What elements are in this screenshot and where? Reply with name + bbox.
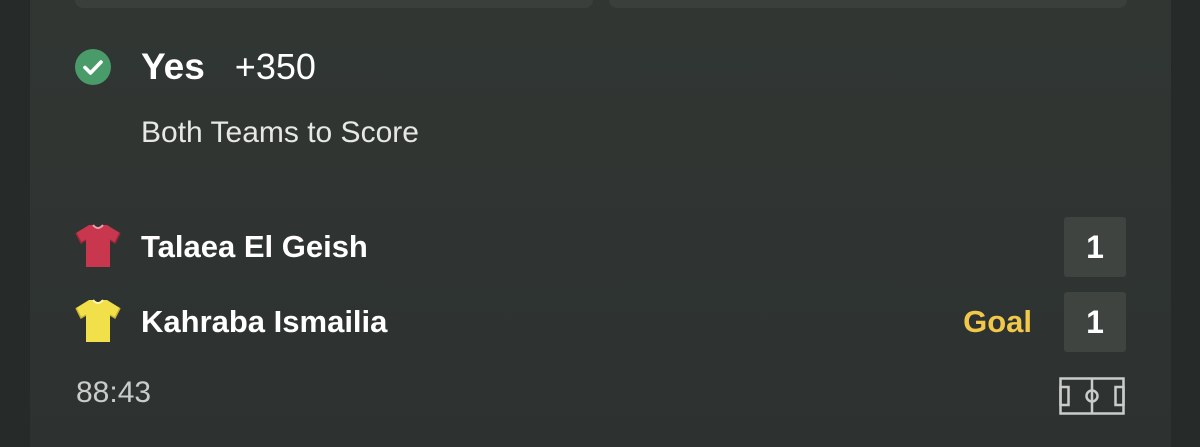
- market-name: Both Teams to Score: [141, 116, 419, 149]
- team-name: Kahraba Ismailia: [141, 304, 388, 339]
- selection-odds: +350: [234, 46, 316, 87]
- selection-name: Yes: [141, 46, 205, 87]
- yellow-jersey-icon: [75, 299, 121, 342]
- top-right-button[interactable]: [609, 0, 1127, 8]
- goal-label: Goal: [963, 304, 1032, 339]
- bet-selection: Yes +350: [141, 42, 316, 92]
- team-name: Talaea El Geish: [141, 229, 368, 264]
- red-jersey-icon: [75, 224, 121, 267]
- team-row: Kahraba Ismailia Goal 1: [74, 292, 1126, 352]
- top-left-button[interactable]: [75, 0, 593, 8]
- team-score: 1: [1064, 292, 1126, 352]
- check-circle-icon: [75, 49, 111, 85]
- team-row: Talaea El Geish 1: [74, 217, 1126, 277]
- team-score: 1: [1064, 217, 1126, 277]
- bet-card: Yes +350 Both Teams to Score Talaea El G…: [30, 0, 1171, 447]
- pitch-icon[interactable]: [1059, 377, 1125, 415]
- match-clock: 88:43: [76, 376, 152, 409]
